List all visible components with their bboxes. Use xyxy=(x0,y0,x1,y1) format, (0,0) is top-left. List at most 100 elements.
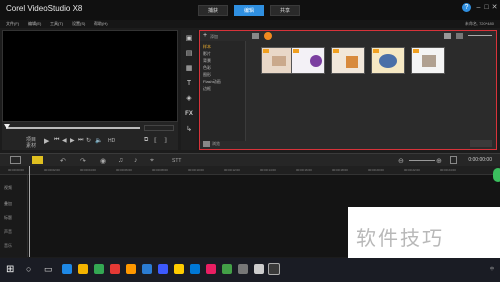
filter-icon[interactable]: FX xyxy=(184,110,194,119)
motion-tracking-icon[interactable]: ⌖ xyxy=(150,157,154,165)
template-badge-icon xyxy=(263,49,269,53)
timeline-timecode[interactable]: 0:00:00:00 xyxy=(468,157,492,163)
undo-icon[interactable]: ↶ xyxy=(60,157,66,165)
taskbar-app-icon[interactable] xyxy=(222,264,232,274)
mark-out-icon[interactable]: ⟧ xyxy=(164,137,167,144)
record-icon[interactable]: ◉ xyxy=(100,157,106,165)
menu-help[interactable]: 帮助(H) xyxy=(94,21,108,27)
taskbar-app-icon[interactable] xyxy=(94,264,104,274)
list-view-icon[interactable] xyxy=(444,33,451,39)
taskbar-app-icon[interactable] xyxy=(78,264,88,274)
taskbar-app-icon[interactable] xyxy=(206,264,216,274)
media-icon[interactable]: ▣ xyxy=(184,34,194,43)
redo-icon[interactable]: ↷ xyxy=(80,157,86,165)
taskbar-app-icon[interactable] xyxy=(254,264,264,274)
options-button[interactable] xyxy=(470,140,492,147)
scrub-knob[interactable] xyxy=(4,124,10,129)
zoom-out-icon[interactable]: ⊖ xyxy=(398,157,404,165)
trim-markers[interactable] xyxy=(144,125,174,131)
close-icon[interactable]: ✕ xyxy=(490,3,499,12)
volume-icon[interactable]: 🔈 xyxy=(95,137,102,144)
taskbar-app-icon[interactable] xyxy=(238,264,248,274)
help-icon[interactable]: ? xyxy=(462,3,471,12)
taskbar-app-icon[interactable] xyxy=(190,264,200,274)
menu-file[interactable]: 文件(F) xyxy=(6,21,19,27)
track-label[interactable]: 叠加 xyxy=(4,201,12,207)
timeline-ruler[interactable]: 00:00:00:00 00:00:02:00 00:00:04:00 00:0… xyxy=(0,166,500,175)
template-thumbnail[interactable] xyxy=(261,47,295,74)
category-item[interactable]: 样本 xyxy=(203,44,211,50)
search-icon[interactable]: ○ xyxy=(26,264,31,274)
taskbar-app-icon[interactable] xyxy=(158,264,168,274)
tab-share[interactable]: 共享 xyxy=(270,5,300,16)
category-item[interactable]: 背景 xyxy=(203,58,211,64)
playhead[interactable] xyxy=(29,166,30,257)
track-label[interactable]: 声音 xyxy=(4,229,12,235)
tab-edit[interactable]: 编辑 xyxy=(234,5,264,16)
track-label[interactable]: 音乐 xyxy=(4,243,12,249)
zoom-slider[interactable] xyxy=(409,160,435,161)
home-icon[interactable]: ⏮ xyxy=(54,137,59,144)
import-icon[interactable] xyxy=(264,32,272,40)
fit-project-icon[interactable] xyxy=(450,156,457,164)
repeat-icon[interactable]: ↻ xyxy=(86,137,91,144)
mark-in-icon[interactable]: ⟦ xyxy=(154,137,157,144)
add-icon[interactable]: + xyxy=(203,32,207,39)
taskbar-app-icon[interactable] xyxy=(126,264,136,274)
menu-tools[interactable]: 工具(T) xyxy=(50,21,63,27)
scrub-bar[interactable] xyxy=(6,127,140,129)
subtitle-icon[interactable]: STT xyxy=(172,158,181,164)
start-icon[interactable]: ⊞ xyxy=(6,264,14,275)
menu-edit[interactable]: 编辑(E) xyxy=(28,21,41,27)
zoom-in-icon[interactable]: ⊕ xyxy=(436,157,442,165)
auto-music-icon[interactable]: ♪ xyxy=(134,157,138,164)
title-icon[interactable]: T xyxy=(184,79,194,88)
tab-capture[interactable]: 捕获 xyxy=(198,5,228,16)
sort-icon[interactable] xyxy=(456,33,463,39)
timeline-view-icon[interactable] xyxy=(32,156,43,164)
graphic-icon[interactable]: ◈ xyxy=(184,94,194,103)
taskbar-app-icon[interactable] xyxy=(110,264,120,274)
template-thumbnail[interactable] xyxy=(371,47,405,74)
category-item[interactable]: 影片 xyxy=(203,51,211,57)
prev-frame-icon[interactable]: ◀ xyxy=(62,137,67,144)
play-icon[interactable]: ▶ xyxy=(44,137,49,145)
end-icon[interactable]: ⏭ xyxy=(78,137,83,144)
taskbar-app-icon[interactable] xyxy=(62,264,72,274)
track-label[interactable]: 标题 xyxy=(4,215,12,221)
hd-icon[interactable]: HD xyxy=(108,138,115,144)
browse-icon[interactable] xyxy=(203,141,210,147)
add-label[interactable]: 添加 xyxy=(210,34,218,40)
folder-icon[interactable] xyxy=(252,33,259,39)
template-badge-icon xyxy=(373,49,379,53)
template-thumbnail[interactable] xyxy=(331,47,365,74)
videostudio-taskbar-icon[interactable] xyxy=(268,263,280,275)
transition-icon[interactable]: ▦ xyxy=(184,64,194,73)
storyboard-view-icon[interactable] xyxy=(10,156,21,164)
browse-label[interactable]: 浏览 xyxy=(212,141,220,147)
category-item[interactable]: 色彩 xyxy=(203,65,211,71)
sound-mixer-icon[interactable]: ♫ xyxy=(118,157,123,164)
instant-project-icon[interactable]: ▤ xyxy=(184,49,194,58)
split-icon[interactable]: ⧉ xyxy=(144,137,148,144)
ruler-tick: 00:00:24:00 xyxy=(440,168,456,172)
thumb-size-slider[interactable] xyxy=(468,35,492,36)
timeline-scroll-handle[interactable] xyxy=(493,168,500,182)
category-item[interactable]: 边框 xyxy=(203,86,211,92)
app-title: Corel VideoStudio X8 xyxy=(6,4,83,13)
template-thumbnail[interactable] xyxy=(411,47,445,74)
category-item[interactable]: 图形 xyxy=(203,72,211,78)
track-label[interactable]: 视频 xyxy=(4,185,12,191)
menu-settings[interactable]: 设置(S) xyxy=(72,21,85,27)
system-tray-text[interactable]: 中 xyxy=(490,266,494,272)
path-icon[interactable]: ↳ xyxy=(184,125,194,134)
template-thumbnail[interactable] xyxy=(291,47,325,74)
taskbar-app-icon[interactable] xyxy=(174,264,184,274)
task-view-icon[interactable]: ▭ xyxy=(44,264,53,275)
next-frame-icon[interactable]: ▶ xyxy=(70,137,75,144)
mode-clip[interactable]: 素材 xyxy=(26,142,36,149)
taskbar-app-icon[interactable] xyxy=(142,264,152,274)
preview-player[interactable] xyxy=(2,30,178,122)
thumbnail-image xyxy=(379,54,397,68)
category-item[interactable]: Flash动画 xyxy=(203,79,221,85)
